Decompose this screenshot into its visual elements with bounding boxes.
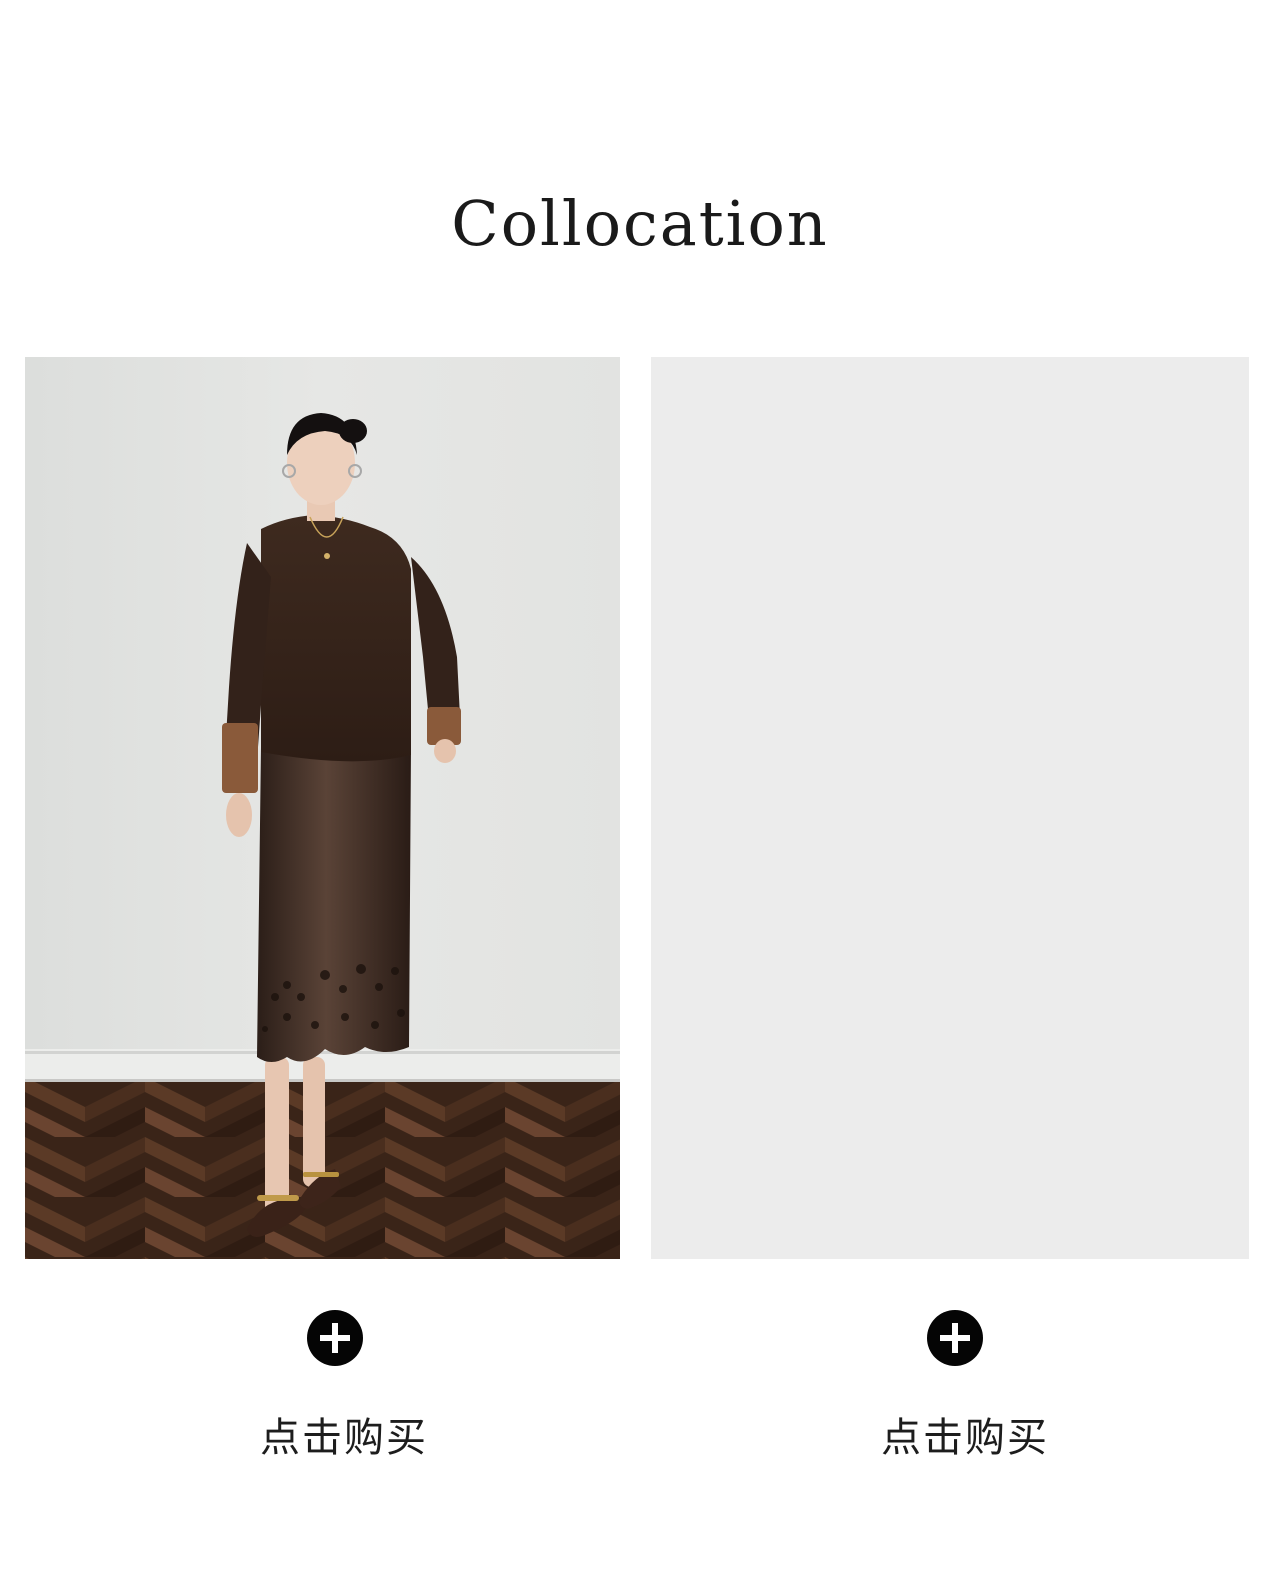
buy-button-1[interactable]: 点击购买 [194, 1408, 494, 1468]
model-outfit-photo [25, 357, 620, 1259]
product-image-2[interactable] [651, 357, 1249, 1259]
page-title: Collocation [451, 187, 829, 260]
buy-button-2[interactable]: 点击购买 [815, 1408, 1115, 1468]
plus-circle-icon[interactable] [307, 1310, 363, 1366]
plus-circle-icon[interactable] [927, 1310, 983, 1366]
product-image-1[interactable] [25, 357, 620, 1259]
